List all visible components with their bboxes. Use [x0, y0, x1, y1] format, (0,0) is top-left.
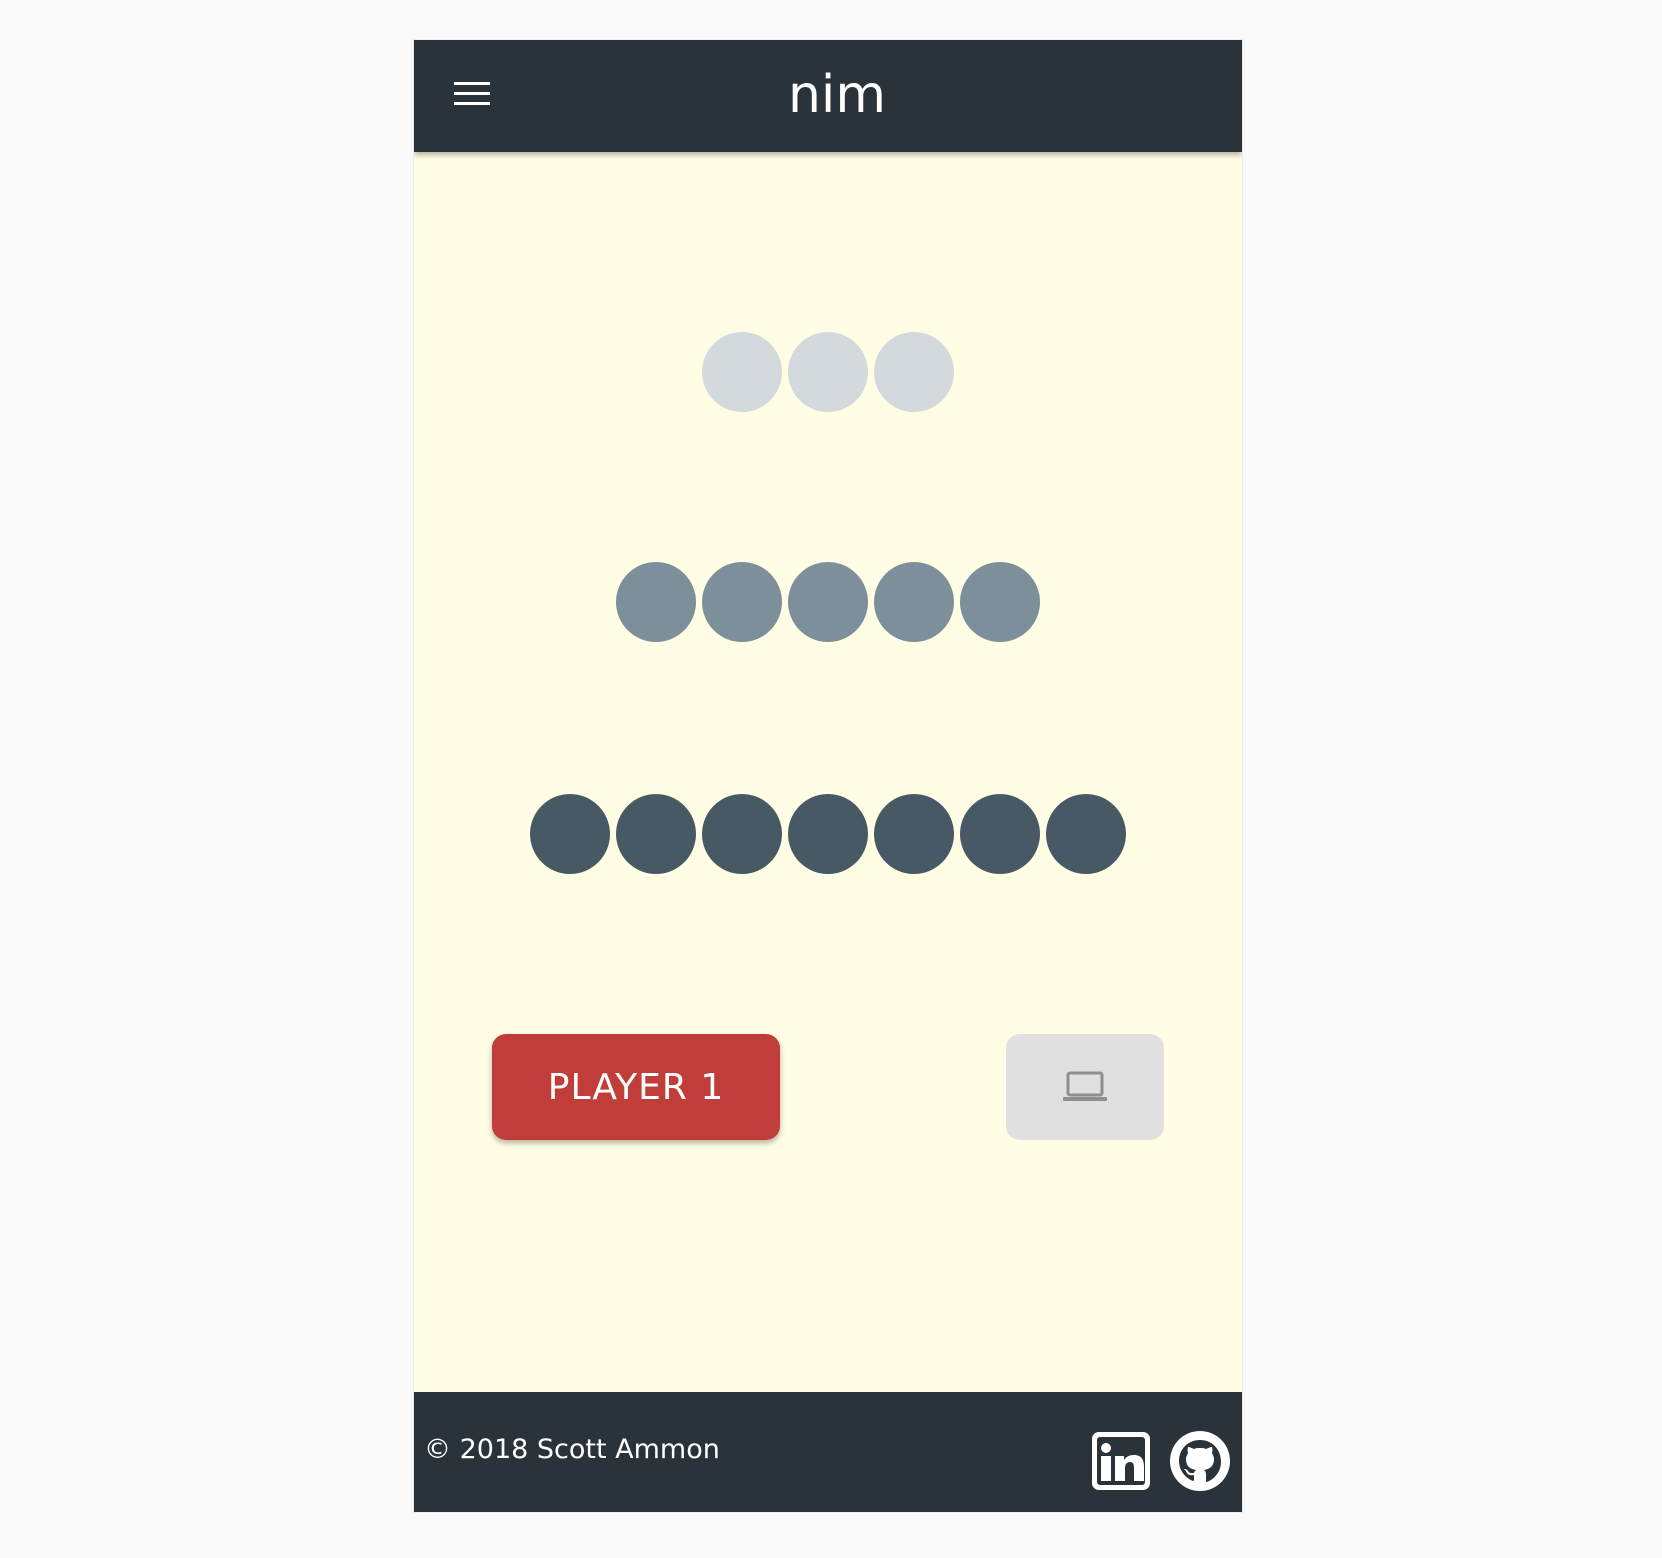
stone[interactable] [788, 794, 868, 874]
stone[interactable] [874, 794, 954, 874]
pile-row-3 [414, 794, 1242, 874]
linkedin-icon[interactable] [1090, 1430, 1152, 1492]
laptop-icon [1063, 1071, 1107, 1101]
stone[interactable] [1046, 794, 1126, 874]
github-icon[interactable] [1169, 1430, 1231, 1492]
stone[interactable] [874, 562, 954, 642]
app-title: nim [787, 65, 887, 125]
stone[interactable] [960, 794, 1040, 874]
game-board: PLAYER 1 [414, 152, 1242, 1432]
stone[interactable] [702, 332, 782, 412]
app-header: nim [414, 40, 1242, 152]
stone[interactable] [530, 794, 610, 874]
player-1-button[interactable]: PLAYER 1 [492, 1034, 780, 1140]
nim-app: nim PLAYER 1 © 2018 Scott Ammon [414, 40, 1242, 1512]
stone[interactable] [702, 562, 782, 642]
computer-player-button[interactable] [1006, 1034, 1164, 1140]
stone[interactable] [702, 794, 782, 874]
stone[interactable] [788, 562, 868, 642]
stone[interactable] [616, 794, 696, 874]
stone[interactable] [960, 562, 1040, 642]
pile-row-2 [414, 562, 1242, 642]
stone[interactable] [616, 562, 696, 642]
app-footer: © 2018 Scott Ammon [414, 1392, 1242, 1512]
pile-row-1 [414, 332, 1242, 412]
copyright-text: © 2018 Scott Ammon [424, 1434, 720, 1465]
stone[interactable] [874, 332, 954, 412]
stone[interactable] [788, 332, 868, 412]
